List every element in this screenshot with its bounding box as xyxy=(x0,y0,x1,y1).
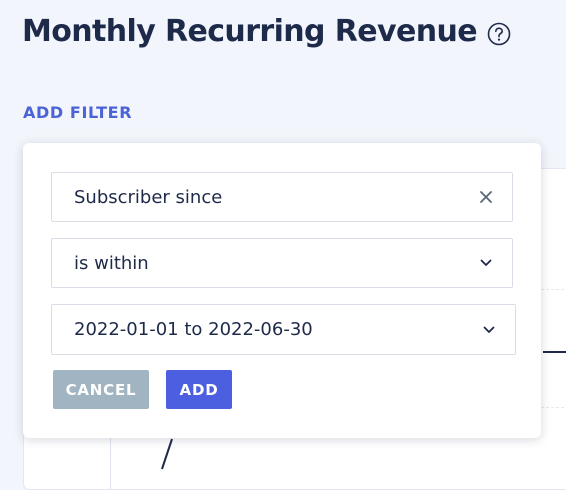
page-title: Monthly Recurring Revenue xyxy=(22,14,478,49)
add-filter-button[interactable]: ADD FILTER xyxy=(23,103,132,122)
filter-operator-select[interactable]: is within xyxy=(51,238,513,288)
filter-operator-value: is within xyxy=(74,252,149,274)
page-header: Monthly Recurring Revenue xyxy=(22,14,511,49)
cancel-button[interactable]: CANCEL xyxy=(53,370,149,409)
chevron-down-icon xyxy=(481,322,497,338)
filter-date-range-select[interactable]: 2022-01-01 to 2022-06-30 xyxy=(51,304,516,355)
filter-field-select[interactable]: Subscriber since xyxy=(51,172,513,222)
chevron-down-icon xyxy=(478,255,494,271)
close-icon[interactable] xyxy=(478,189,494,205)
filter-date-range-value: 2022-01-01 to 2022-06-30 xyxy=(74,319,313,340)
question-circle-icon[interactable] xyxy=(487,22,511,46)
add-button[interactable]: ADD xyxy=(166,370,232,409)
filter-field-value: Subscriber since xyxy=(74,186,223,208)
filter-popover: Subscriber since is within 2022-01-01 to… xyxy=(23,143,541,438)
